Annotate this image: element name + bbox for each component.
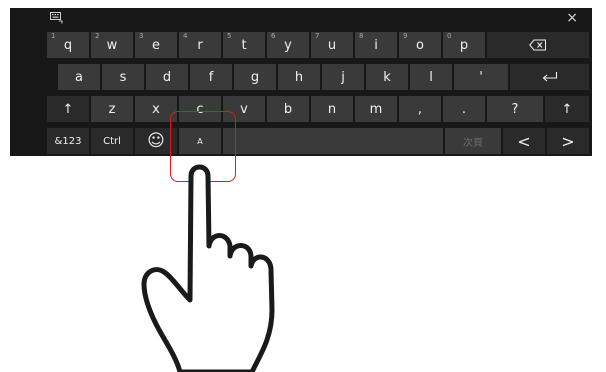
key-l[interactable]: l (410, 64, 452, 90)
key-f[interactable]: f (190, 64, 232, 90)
ctrl-key[interactable]: Ctrl (91, 128, 133, 154)
key-o[interactable]: 9o (399, 32, 441, 58)
key-u[interactable]: 7u (311, 32, 353, 58)
key-apostrophe[interactable]: ' (454, 64, 508, 90)
right-arrow-key[interactable]: > (547, 128, 589, 154)
backspace-icon (529, 39, 546, 51)
shift-key-right[interactable]: ↑ (545, 96, 589, 122)
shift-icon: ↑ (561, 101, 573, 117)
right-arrow-icon: > (561, 131, 575, 151)
left-arrow-icon: < (517, 131, 531, 151)
key-z[interactable]: z (91, 96, 133, 122)
next-candidate-key[interactable]: 次頁 (445, 128, 501, 154)
key-y[interactable]: 6y (267, 32, 309, 58)
space-key[interactable] (223, 128, 443, 154)
key-period[interactable]: . (443, 96, 485, 122)
key-row-3: ↑ z x c v b n m , . ? ↑ (10, 96, 592, 122)
emoji-icon: ☺ (147, 131, 165, 151)
key-p[interactable]: 0p (443, 32, 485, 58)
key-r[interactable]: 4r (179, 32, 221, 58)
key-w[interactable]: 2w (91, 32, 133, 58)
key-i[interactable]: 8i (355, 32, 397, 58)
close-keyboard-button[interactable]: × (566, 9, 578, 27)
key-n[interactable]: n (311, 96, 353, 122)
key-row-4: &123 Ctrl ☺ A 次頁 < > (10, 128, 592, 154)
key-d[interactable]: d (146, 64, 188, 90)
key-question[interactable]: ? (487, 96, 543, 122)
backspace-key[interactable] (487, 32, 589, 58)
enter-icon (542, 72, 557, 82)
key-m[interactable]: m (355, 96, 397, 122)
key-g[interactable]: g (234, 64, 276, 90)
left-arrow-key[interactable]: < (503, 128, 545, 154)
keyboard-title-bar: × (10, 8, 592, 30)
key-row-2: a s d f g h j k l ' (10, 64, 592, 90)
key-a[interactable]: a (58, 64, 100, 90)
key-comma[interactable]: , (399, 96, 441, 122)
key-j[interactable]: j (322, 64, 364, 90)
key-b[interactable]: b (267, 96, 309, 122)
key-s[interactable]: s (102, 64, 144, 90)
key-q[interactable]: 1q (47, 32, 89, 58)
symbols-key[interactable]: &123 (47, 128, 89, 154)
shift-key-left[interactable]: ↑ (47, 96, 89, 122)
touch-keyboard: × 1q 2w 3e 4r 5t 6y 7u 8i 9o 0p a s d f … (10, 8, 592, 156)
enter-key[interactable] (510, 64, 589, 90)
key-e[interactable]: 3e (135, 32, 177, 58)
keyboard-settings-icon[interactable] (50, 12, 64, 24)
key-h[interactable]: h (278, 64, 320, 90)
pointing-hand-icon (141, 164, 275, 372)
key-k[interactable]: k (366, 64, 408, 90)
key-row-1: 1q 2w 3e 4r 5t 6y 7u 8i 9o 0p (10, 32, 592, 58)
shift-icon: ↑ (62, 101, 74, 117)
key-t[interactable]: 5t (223, 32, 265, 58)
